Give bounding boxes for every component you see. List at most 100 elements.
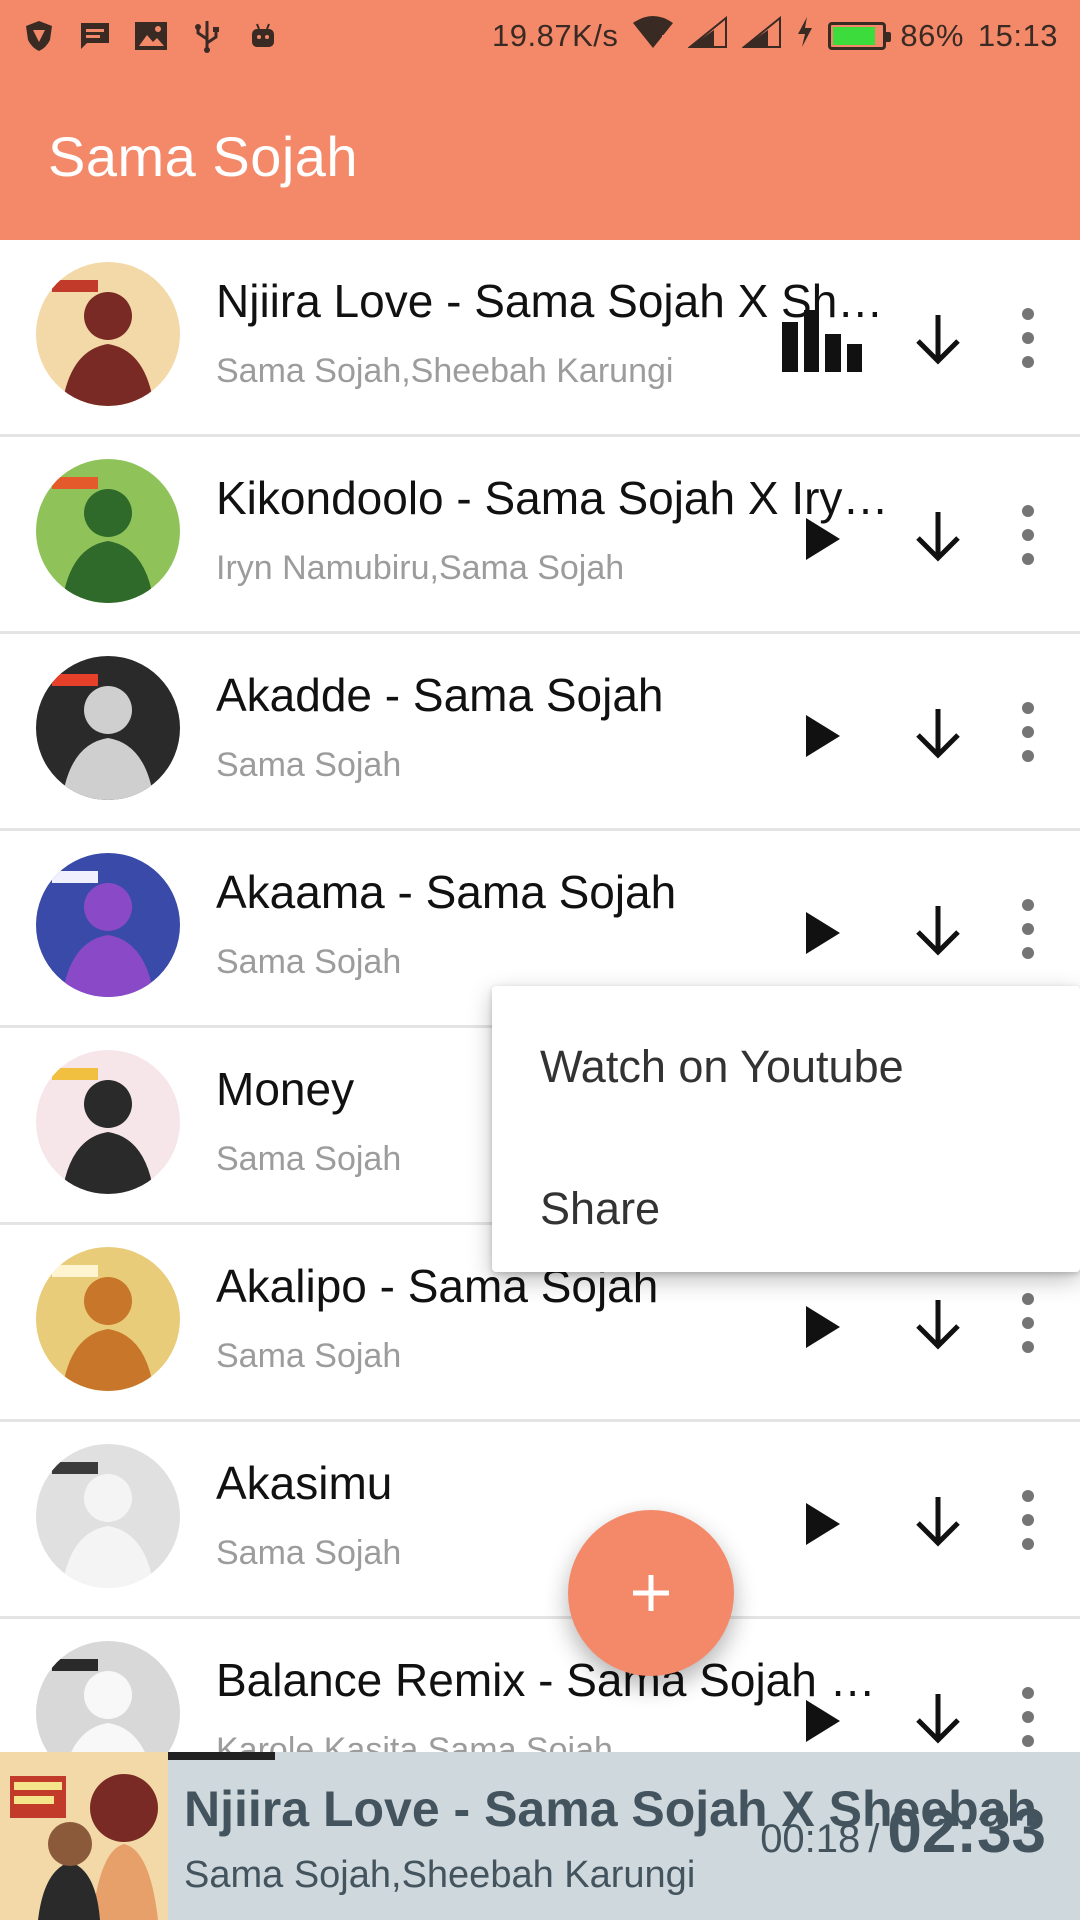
play-button[interactable] — [790, 704, 854, 768]
song-cover — [36, 459, 180, 603]
download-button[interactable] — [908, 306, 968, 372]
song-row[interactable]: Akasimu Sama Sojah — [0, 1422, 1080, 1619]
song-artist: Sama Sojah — [216, 943, 402, 981]
android-icon — [246, 19, 280, 53]
play-icon — [806, 1700, 840, 1742]
app-bar: Sama Sojah — [0, 72, 1080, 240]
download-icon — [916, 1497, 960, 1547]
download-button[interactable] — [908, 700, 968, 766]
song-cover — [36, 1641, 180, 1752]
plus-icon — [633, 1575, 669, 1611]
song-cover — [36, 262, 180, 406]
play-button[interactable] — [790, 901, 854, 965]
song-artist: Iryn Namubiru,Sama Sojah — [216, 549, 625, 587]
song-row[interactable]: Balance Remix - Sama Sojah X Karole Kasi… — [0, 1619, 1080, 1752]
play-icon — [806, 715, 840, 757]
dot-icon — [1022, 1711, 1034, 1723]
more-options-button[interactable] — [1010, 300, 1046, 376]
dot-icon — [1022, 308, 1034, 320]
signal-icon-2 — [741, 15, 782, 56]
now-playing-album-art — [0, 1752, 168, 1920]
more-options-button[interactable] — [1010, 891, 1046, 967]
playback-time: 00:18 / 02:33 — [760, 1796, 1046, 1867]
download-button[interactable] — [908, 1685, 968, 1751]
menu-item-share[interactable]: Share — [492, 1138, 1080, 1280]
song-artist: Sama Sojah — [216, 746, 402, 784]
dot-icon — [1022, 923, 1034, 935]
song-cover — [36, 1247, 180, 1391]
now-playing-bar[interactable]: Njiira Love - Sama Sojah X Sheebah Sama … — [0, 1752, 1080, 1920]
dot-icon — [1022, 356, 1034, 368]
song-row[interactable]: Njiira Love - Sama Sojah X Sheebah Sama … — [0, 240, 1080, 437]
song-cover — [36, 1050, 180, 1194]
song-artist: Karole Kasita,Sama Sojah — [216, 1731, 613, 1752]
charging-icon — [796, 16, 814, 56]
dot-icon — [1022, 529, 1034, 541]
song-row[interactable]: Akadde - Sama Sojah Sama Sojah — [0, 634, 1080, 831]
status-icons-left — [22, 19, 280, 53]
download-icon — [916, 906, 960, 956]
dot-icon — [1022, 726, 1034, 738]
song-row[interactable]: Kikondoolo - Sama Sojah X Iryn Namubiru … — [0, 437, 1080, 634]
more-options-button[interactable] — [1010, 497, 1046, 573]
play-button[interactable] — [790, 1689, 854, 1752]
add-button[interactable] — [568, 1510, 734, 1676]
play-icon — [806, 1503, 840, 1545]
clock: 15:13 — [977, 18, 1058, 53]
message-icon — [78, 19, 112, 53]
now-playing-artist: Sama Sojah,Sheebah Karungi — [184, 1854, 696, 1896]
download-icon — [916, 315, 960, 365]
usb-icon — [190, 19, 224, 53]
dot-icon — [1022, 899, 1034, 911]
page-title: Sama Sojah — [48, 124, 359, 188]
dot-icon — [1022, 1293, 1034, 1305]
battery-icon — [828, 22, 892, 50]
status-bar: 19.87K/s 86% 15:13 — [0, 0, 1080, 72]
status-icons-right: 19.87K/s 86% 15:13 — [492, 15, 1058, 57]
dot-icon — [1022, 332, 1034, 344]
song-cover — [36, 656, 180, 800]
play-button[interactable] — [790, 1492, 854, 1556]
network-speed: 19.87K/s — [492, 18, 619, 53]
download-button[interactable] — [908, 503, 968, 569]
signal-icon — [687, 15, 728, 56]
dot-icon — [1022, 1341, 1034, 1353]
play-icon — [806, 518, 840, 560]
battery-level — [833, 27, 875, 45]
download-icon — [916, 1694, 960, 1744]
download-icon — [916, 512, 960, 562]
dot-icon — [1022, 1538, 1034, 1550]
wifi-icon — [632, 15, 674, 57]
more-options-button[interactable] — [1010, 1285, 1046, 1361]
more-options-button[interactable] — [1010, 1679, 1046, 1752]
dot-icon — [1022, 505, 1034, 517]
song-cover — [36, 853, 180, 997]
dot-icon — [1022, 1514, 1034, 1526]
dot-icon — [1022, 1687, 1034, 1699]
download-button[interactable] — [908, 897, 968, 963]
download-icon — [916, 709, 960, 759]
play-button[interactable] — [790, 1295, 854, 1359]
equalizer-icon[interactable] — [782, 300, 862, 372]
play-icon — [806, 912, 840, 954]
overflow-menu: Watch on Youtube Share — [492, 986, 1080, 1272]
menu-item-watch-on-youtube[interactable]: Watch on Youtube — [492, 996, 1080, 1138]
play-icon — [806, 1306, 840, 1348]
dot-icon — [1022, 1735, 1034, 1747]
battery-percent: 86% — [900, 18, 964, 53]
more-options-button[interactable] — [1010, 1482, 1046, 1558]
play-button[interactable] — [790, 507, 854, 571]
download-button[interactable] — [908, 1488, 968, 1554]
dot-icon — [1022, 1490, 1034, 1502]
song-artist: Sama Sojah — [216, 1337, 402, 1375]
more-options-button[interactable] — [1010, 694, 1046, 770]
dot-icon — [1022, 750, 1034, 762]
total-time: 02:33 — [887, 1797, 1046, 1866]
dot-icon — [1022, 702, 1034, 714]
playback-progress[interactable] — [168, 1752, 275, 1760]
dot-icon — [1022, 947, 1034, 959]
image-icon — [134, 19, 168, 53]
download-button[interactable] — [908, 1291, 968, 1357]
time-separator: / — [868, 1817, 880, 1861]
download-icon — [916, 1300, 960, 1350]
